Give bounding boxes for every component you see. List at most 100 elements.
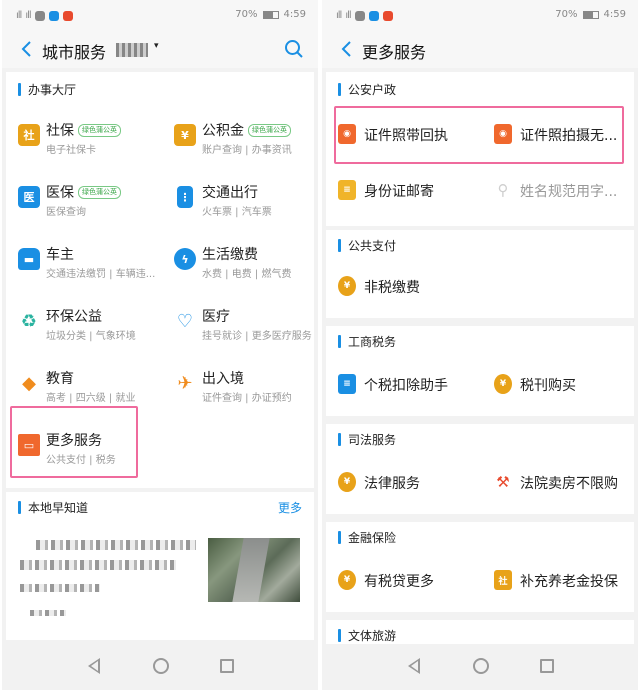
section-card: 公共支付 ¥ 非税缴费	[326, 230, 634, 318]
name-search-icon: ⚲	[497, 181, 509, 199]
service-car-owner[interactable]: ▬ 车主 交通违法缴罚 | 车辆违...	[18, 242, 168, 298]
service-environment[interactable]: ♻ 环保公益 垃圾分类 | 气象环境	[18, 304, 158, 360]
service-subtitle: 火车票 | 汽车票	[202, 207, 272, 218]
section-marker	[18, 83, 21, 96]
section-marker	[338, 433, 341, 446]
status-bar: ıll ıll 70% 4:59	[322, 0, 638, 32]
service-name: 教育	[46, 371, 74, 387]
service-label: 法律服务	[364, 476, 420, 492]
service-legal[interactable]: ¥ 法律服务	[338, 464, 488, 504]
section-header: 司法服务	[326, 424, 634, 454]
tax-doc-icon: ≡	[338, 374, 356, 394]
page-title: 城市服务	[42, 43, 107, 62]
nav-recents-icon[interactable]	[220, 659, 234, 673]
service-name: 生活缴费	[202, 247, 258, 263]
section-card: 文体旅游	[326, 620, 634, 644]
service-tax-loan[interactable]: ¥ 有税贷更多	[338, 562, 488, 602]
battery-icon	[262, 10, 279, 19]
service-id-card-mail[interactable]: ≡ 身份证邮寄	[338, 172, 488, 212]
news-meta-blurred	[30, 610, 66, 616]
service-medical-insurance[interactable]: 医 医保 绿色蒲公英 医保查询	[18, 180, 158, 236]
service-subtitle: 证件查询 | 办证预约	[202, 393, 292, 404]
chevron-down-icon[interactable]: ▾	[154, 41, 159, 51]
signal-icon: ıll	[336, 10, 342, 21]
green-badge: 绿色蒲公英	[248, 124, 291, 137]
green-badge: 绿色蒲公英	[78, 124, 121, 137]
service-name: 公积金	[202, 123, 244, 139]
section-title: 办事大厅	[28, 83, 77, 97]
status-bar: ıll ıll 70% 4:59	[2, 0, 318, 32]
section-title: 文体旅游	[348, 629, 397, 643]
app-notification-icon	[34, 10, 45, 21]
news-meta-blurred	[20, 584, 100, 592]
section-marker	[18, 501, 21, 514]
service-label: 法院卖房不限购	[520, 476, 618, 492]
section-marker	[338, 629, 341, 642]
local-news-card: 本地早知道 更多	[6, 492, 314, 640]
service-label: 有税贷更多	[364, 574, 434, 590]
app-notification-icon	[382, 10, 393, 21]
green-badge: 绿色蒲公英	[78, 186, 121, 199]
section-title: 本地早知道	[28, 501, 89, 515]
highlight-box	[334, 106, 624, 164]
service-name-standard[interactable]: ⚲ 姓名规范用字...	[494, 172, 634, 212]
section-marker	[338, 83, 341, 96]
service-name: 出入境	[202, 371, 244, 387]
service-name: 交通出行	[202, 185, 258, 201]
news-thumbnail	[208, 538, 300, 602]
section-card: 公安户政 ◉ 证件照带回执 ◉ 证件照拍摄无... ≡ 身份证邮寄 ⚲ 姓名规范…	[326, 72, 634, 226]
shield-social-icon: 社	[494, 570, 512, 590]
graduation-cap-icon: ◆	[22, 372, 36, 394]
city-selector[interactable]	[116, 43, 148, 57]
service-subtitle: 高考 | 四六级 | 就业	[46, 393, 136, 404]
section-header: 公安户政	[326, 74, 634, 104]
service-tax-journal-purchase[interactable]: ¥ 税刊购买	[494, 366, 634, 406]
service-tax-deduction-assistant[interactable]: ≡ 个税扣除助手	[338, 366, 488, 406]
header: 更多服务	[322, 32, 638, 68]
gold-coin-icon: ¥	[338, 472, 356, 492]
service-subtitle: 医保查询	[46, 207, 86, 218]
service-name: 社保	[46, 123, 74, 139]
app-notification-icon	[62, 10, 73, 21]
section-header: 公共支付	[326, 230, 634, 260]
service-housing-fund[interactable]: ¥ 公积金 绿色蒲公英 账户查询 | 办事资讯	[174, 118, 314, 174]
service-healthcare[interactable]: ♡ 医疗 挂号就诊 | 更多医疗服务	[174, 304, 314, 360]
section-title: 司法服务	[348, 433, 397, 447]
back-icon[interactable]	[16, 38, 38, 60]
service-subtitle: 交通违法缴罚 | 车辆违...	[46, 269, 156, 280]
heart-cross-icon: ♡	[176, 310, 194, 332]
app-notification-icon	[368, 10, 379, 21]
more-link[interactable]: 更多	[278, 499, 302, 516]
section-card: 司法服务 ¥ 法律服务 ⚒ 法院卖房不限购	[326, 424, 634, 514]
shield-social-icon: 社	[18, 124, 40, 146]
service-utility-payment[interactable]: ϟ 生活缴费 水费 | 电费 | 燃气费	[174, 242, 314, 298]
service-social-security[interactable]: 社 社保 绿色蒲公英 电子社保卡	[18, 118, 158, 174]
section-marker	[338, 239, 341, 252]
nav-home-icon[interactable]	[473, 658, 489, 674]
service-subtitle: 挂号就诊 | 更多医疗服务	[202, 331, 312, 342]
clock: 4:59	[603, 9, 626, 20]
back-icon[interactable]	[336, 38, 358, 60]
nav-home-icon[interactable]	[153, 658, 169, 674]
service-subtitle: 账户查询 | 办事资讯	[202, 145, 292, 156]
service-non-tax-payment[interactable]: ¥ 非税缴费	[338, 268, 488, 308]
section-marker	[338, 335, 341, 348]
more-services-screen: ıll ıll 70% 4:59 更多服务 公安户政 ◉ 证件照带回执 ◉ 证件…	[322, 0, 638, 690]
city-services-screen: ıll ıll 70% 4:59 城市服务 ▾ 办事大厅 社 社保绿色蒲公英 电…	[2, 0, 318, 690]
service-transport[interactable]: ⋮ 交通出行 火车票 | 汽车票	[174, 180, 314, 236]
service-label: 非税缴费	[364, 280, 420, 296]
highlight-box	[10, 406, 138, 478]
service-court-house-sale[interactable]: ⚒ 法院卖房不限购	[494, 464, 634, 504]
nav-recents-icon[interactable]	[540, 659, 554, 673]
service-immigration[interactable]: ✈ 出入境 证件查询 | 办证预约	[174, 366, 314, 422]
signal-icon: ıll	[345, 10, 351, 21]
service-pension-insurance[interactable]: 社 补充养老金投保	[494, 562, 634, 602]
system-nav-bar	[2, 644, 318, 690]
service-subtitle: 水费 | 电费 | 燃气费	[202, 269, 292, 280]
recycle-icon: ♻	[20, 310, 38, 332]
section-header: 工商税务	[326, 326, 634, 356]
service-label: 补充养老金投保	[520, 574, 618, 590]
id-card-mail-icon: ≡	[338, 180, 356, 200]
search-icon[interactable]	[282, 37, 306, 61]
page-title: 更多服务	[362, 43, 427, 62]
